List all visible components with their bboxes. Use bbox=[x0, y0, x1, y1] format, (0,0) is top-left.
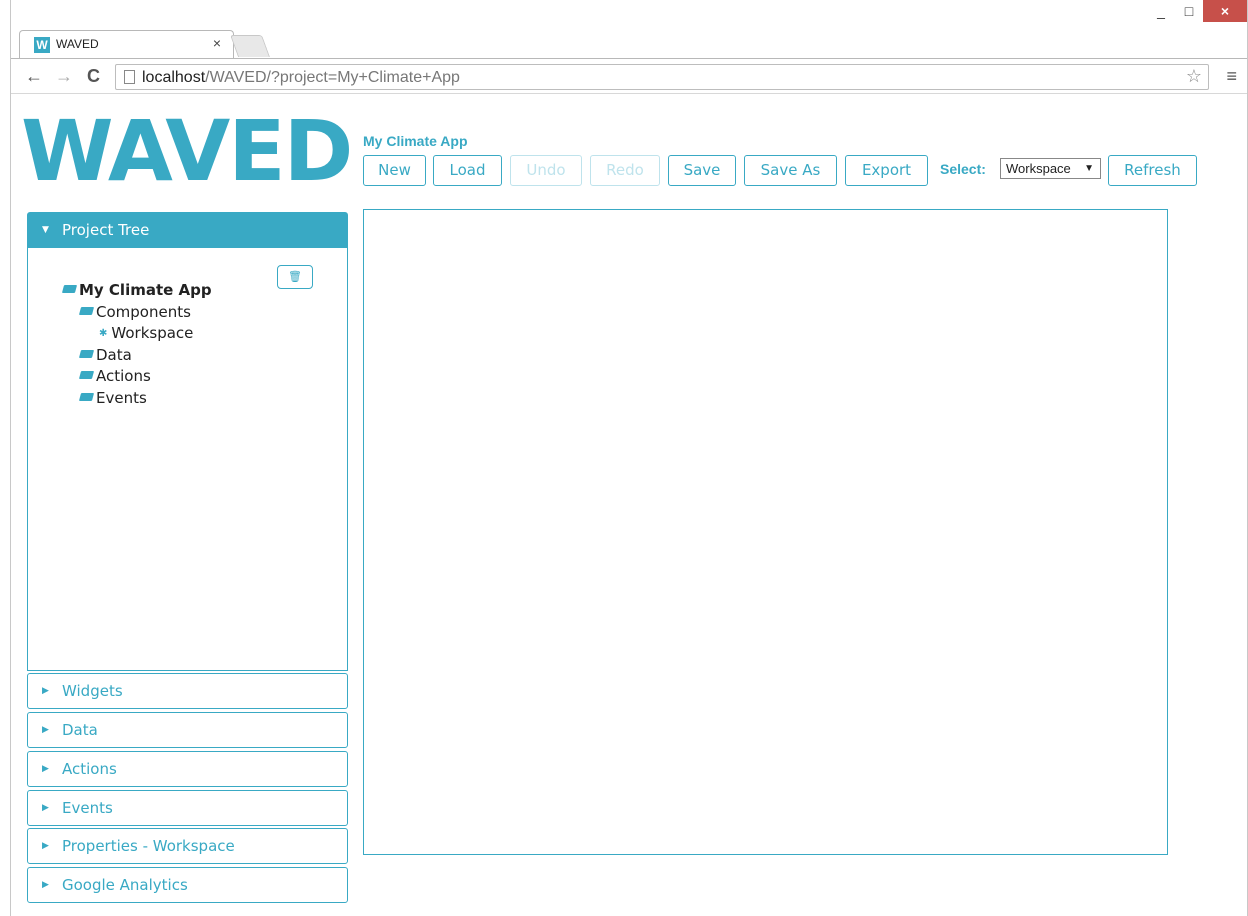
caret-right-icon: ▶ bbox=[42, 841, 49, 851]
widgets-panel: ▶ Widgets bbox=[27, 673, 348, 709]
caret-right-icon: ▶ bbox=[42, 880, 49, 890]
forward-arrow-icon[interactable]: → bbox=[55, 66, 73, 87]
browser-toolbar: ← → C localhost/WAVED/?project=My+Climat… bbox=[11, 58, 1247, 94]
tree-node-components[interactable]: Components bbox=[63, 302, 212, 324]
panel-label: Google Analytics bbox=[62, 876, 188, 894]
caret-right-icon: ▶ bbox=[42, 803, 49, 813]
select-label: Select: bbox=[940, 161, 986, 177]
caret-down-icon: ▼ bbox=[42, 225, 49, 235]
save-as-button[interactable]: Save As bbox=[744, 155, 837, 186]
events-panel: ▶ Events bbox=[27, 790, 348, 826]
dropdown-arrow-icon: ▼ bbox=[1084, 163, 1094, 174]
project-tree-label: Project Tree bbox=[62, 221, 150, 239]
properties-header[interactable]: ▶ Properties - Workspace bbox=[27, 828, 348, 864]
waved-logo: WAVED bbox=[21, 102, 353, 200]
tree-node-data[interactable]: Data bbox=[63, 345, 212, 367]
project-tree-header[interactable]: ▼ Project Tree bbox=[27, 212, 348, 248]
page-icon bbox=[124, 70, 135, 84]
window-controls: _ □ × bbox=[1147, 0, 1247, 28]
folder-open-icon bbox=[78, 371, 95, 379]
project-tree: My Climate App Components ✱ Workspace Dat… bbox=[61, 280, 212, 410]
browser-menu-icon[interactable]: ≡ bbox=[1226, 66, 1237, 87]
widgets-header[interactable]: ▶ Widgets bbox=[27, 673, 348, 709]
google-analytics-panel: ▶ Google Analytics bbox=[27, 867, 348, 903]
tab-title: WAVED bbox=[56, 37, 99, 51]
tree-node-events[interactable]: Events bbox=[63, 388, 212, 410]
data-header[interactable]: ▶ Data bbox=[27, 712, 348, 748]
tree-node-label: Data bbox=[96, 345, 132, 364]
bookmark-star-icon[interactable]: ☆ bbox=[1186, 66, 1202, 87]
tree-node-label: Components bbox=[96, 302, 191, 321]
tree-node-label: Actions bbox=[96, 367, 151, 385]
panel-label: Data bbox=[62, 721, 98, 739]
panel-label: Events bbox=[62, 799, 113, 817]
caret-right-icon: ▶ bbox=[42, 725, 49, 735]
tree-node-root[interactable]: My Climate App bbox=[61, 280, 212, 302]
gear-icon: ✱ bbox=[99, 328, 108, 339]
caret-right-icon: ▶ bbox=[42, 686, 49, 696]
folder-open-icon bbox=[61, 285, 78, 293]
reload-icon[interactable]: C bbox=[87, 66, 100, 87]
url-path: /WAVED/?project=My+Climate+App bbox=[205, 69, 460, 86]
address-bar[interactable]: localhost/WAVED/?project=My+Climate+App … bbox=[115, 64, 1209, 90]
events-header[interactable]: ▶ Events bbox=[27, 790, 348, 826]
tree-node-label: Workspace bbox=[111, 324, 194, 342]
load-button[interactable]: Load bbox=[433, 155, 502, 186]
panel-label: Actions bbox=[62, 760, 117, 778]
url-text: localhost/WAVED/?project=My+Climate+App bbox=[142, 69, 460, 87]
refresh-button[interactable]: Refresh bbox=[1108, 155, 1197, 186]
browser-titlebar: W WAVED × _ □ × bbox=[11, 0, 1247, 58]
browser-tab[interactable]: W WAVED × bbox=[19, 30, 234, 58]
actions-header[interactable]: ▶ Actions bbox=[27, 751, 348, 787]
select-value: Workspace bbox=[1006, 161, 1071, 176]
folder-open-icon bbox=[78, 306, 95, 315]
tab-close-icon[interactable]: × bbox=[213, 35, 221, 51]
folder-open-icon bbox=[78, 392, 95, 401]
data-panel: ▶ Data bbox=[27, 712, 348, 748]
tree-node-workspace[interactable]: ✱ Workspace bbox=[63, 323, 212, 345]
undo-button[interactable]: Undo bbox=[510, 155, 582, 186]
redo-button[interactable]: Redo bbox=[590, 155, 660, 186]
actions-panel: ▶ Actions bbox=[27, 751, 348, 787]
project-tree-panel: ▼ Project Tree 🗑 My Climate App Componen… bbox=[27, 212, 348, 671]
url-host: localhost bbox=[142, 69, 206, 86]
minimize-button[interactable]: _ bbox=[1147, 0, 1175, 22]
app-page: WAVED My Climate App New Load Undo Redo … bbox=[11, 95, 1247, 916]
back-arrow-icon[interactable]: ← bbox=[25, 66, 43, 87]
new-button[interactable]: New bbox=[363, 155, 426, 186]
new-tab-button[interactable] bbox=[229, 35, 271, 57]
component-select[interactable]: Workspace ▼ bbox=[1000, 158, 1101, 179]
caret-right-icon: ▶ bbox=[42, 764, 49, 774]
project-tree-body: 🗑 My Climate App Components ✱ Workspace D… bbox=[27, 248, 348, 671]
maximize-button[interactable]: □ bbox=[1175, 0, 1203, 22]
save-button[interactable]: Save bbox=[668, 155, 736, 186]
export-button[interactable]: Export bbox=[845, 155, 928, 186]
panel-label: Widgets bbox=[62, 682, 123, 700]
workspace-canvas[interactable] bbox=[363, 209, 1168, 855]
close-window-button[interactable]: × bbox=[1203, 0, 1247, 22]
tree-node-actions[interactable]: Actions bbox=[63, 366, 212, 388]
waved-favicon-icon: W bbox=[34, 37, 50, 53]
tree-node-label: Events bbox=[96, 388, 147, 407]
folder-open-icon bbox=[78, 349, 95, 358]
trash-icon[interactable]: 🗑 bbox=[277, 265, 313, 289]
google-analytics-header[interactable]: ▶ Google Analytics bbox=[27, 867, 348, 903]
project-title: My Climate App bbox=[363, 133, 468, 149]
tree-node-label: My Climate App bbox=[79, 281, 212, 299]
properties-panel: ▶ Properties - Workspace bbox=[27, 828, 348, 864]
panel-label: Properties - Workspace bbox=[62, 837, 235, 855]
